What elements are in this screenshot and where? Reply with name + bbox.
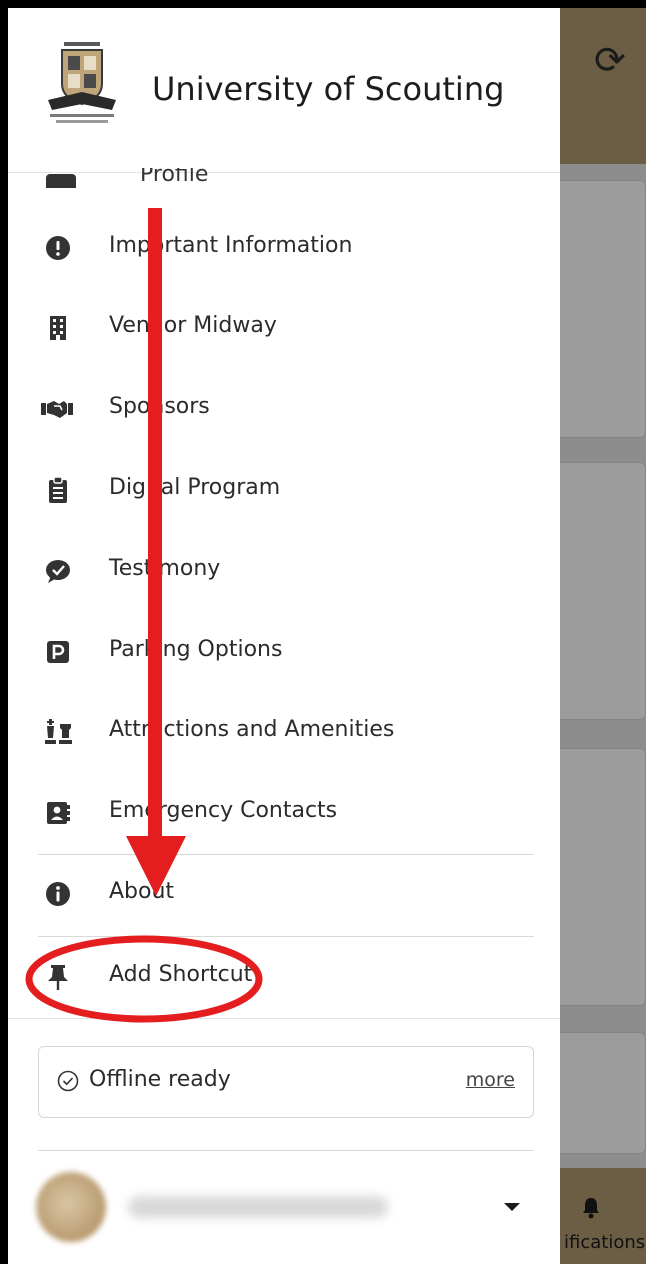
account-email-redacted xyxy=(128,1196,388,1218)
drawer-item-label: About xyxy=(109,879,175,904)
drawer-item-sponsors[interactable]: Sponsors xyxy=(8,377,560,441)
screenshot-frame: ⟳ ifications University of Scouting Prof… xyxy=(0,0,646,1264)
handshake-icon xyxy=(40,395,74,423)
clipboard-list-icon xyxy=(44,476,72,504)
more-link[interactable]: more xyxy=(466,1069,515,1091)
thumbtack-icon xyxy=(44,963,72,991)
bottom-nav-notifications-label[interactable]: ifications xyxy=(564,1232,645,1253)
drawer-item-label: Emergency Contacts xyxy=(109,798,338,823)
user-icon xyxy=(46,174,76,188)
drawer-item-emergency-contacts[interactable]: Emergency Contacts xyxy=(8,781,560,845)
drawer-item-label: Testimony xyxy=(109,556,221,581)
drawer-header: University of Scouting xyxy=(8,8,560,173)
divider xyxy=(8,1018,560,1019)
drawer-item-label: Digital Program xyxy=(109,475,281,500)
drawer-item-label: Vendor Midway xyxy=(109,313,277,338)
offline-status-card: Offline ready more xyxy=(38,1046,534,1118)
drawer-item-attractions-and-amenities[interactable]: Attractions and Amenities xyxy=(8,700,560,764)
drawer-item-about[interactable]: About xyxy=(8,862,560,926)
caret-down-icon[interactable] xyxy=(504,1203,520,1211)
avatar xyxy=(36,1172,106,1242)
account-switcher[interactable] xyxy=(8,1148,560,1264)
drawer-item-vendor-midway[interactable]: Vendor Midway xyxy=(8,296,560,360)
university-logo xyxy=(42,40,122,128)
drawer-item-important-information[interactable]: Important Information xyxy=(8,216,560,280)
divider xyxy=(38,936,534,937)
drawer-item-label: Attractions and Amenities xyxy=(109,717,395,742)
drawer-item-label: Add Shortcut xyxy=(109,962,253,987)
drawer-item-profile-partial[interactable]: Profile xyxy=(40,168,560,188)
info-circle-icon xyxy=(44,880,72,908)
drawer-item-digital-program[interactable]: Digital Program xyxy=(8,458,560,522)
comment-check-icon xyxy=(44,557,72,585)
drawer-item-parking-options[interactable]: Parking Options xyxy=(8,620,560,684)
drawer-item-label: Profile xyxy=(140,168,209,187)
drawer-item-testimony[interactable]: Testimony xyxy=(8,539,560,603)
app-title: University of Scouting xyxy=(152,70,505,108)
divider xyxy=(38,854,534,855)
chess-icon xyxy=(42,718,74,746)
address-card-icon xyxy=(44,799,72,827)
navigation-drawer: University of Scouting Profile Important… xyxy=(8,8,560,1264)
refresh-icon[interactable]: ⟳ xyxy=(594,38,626,82)
parking-icon xyxy=(44,638,72,666)
exclamation-circle-icon xyxy=(44,234,72,262)
building-icon xyxy=(44,314,72,342)
drawer-item-label: Parking Options xyxy=(109,637,283,662)
drawer-item-add-shortcut[interactable]: Add Shortcut xyxy=(8,945,560,1009)
drawer-item-label: Important Information xyxy=(109,233,353,258)
check-circle-icon xyxy=(57,1070,79,1092)
drawer-item-label: Sponsors xyxy=(109,394,210,419)
offline-status-label: Offline ready xyxy=(89,1067,231,1092)
bell-icon[interactable] xyxy=(580,1196,602,1226)
